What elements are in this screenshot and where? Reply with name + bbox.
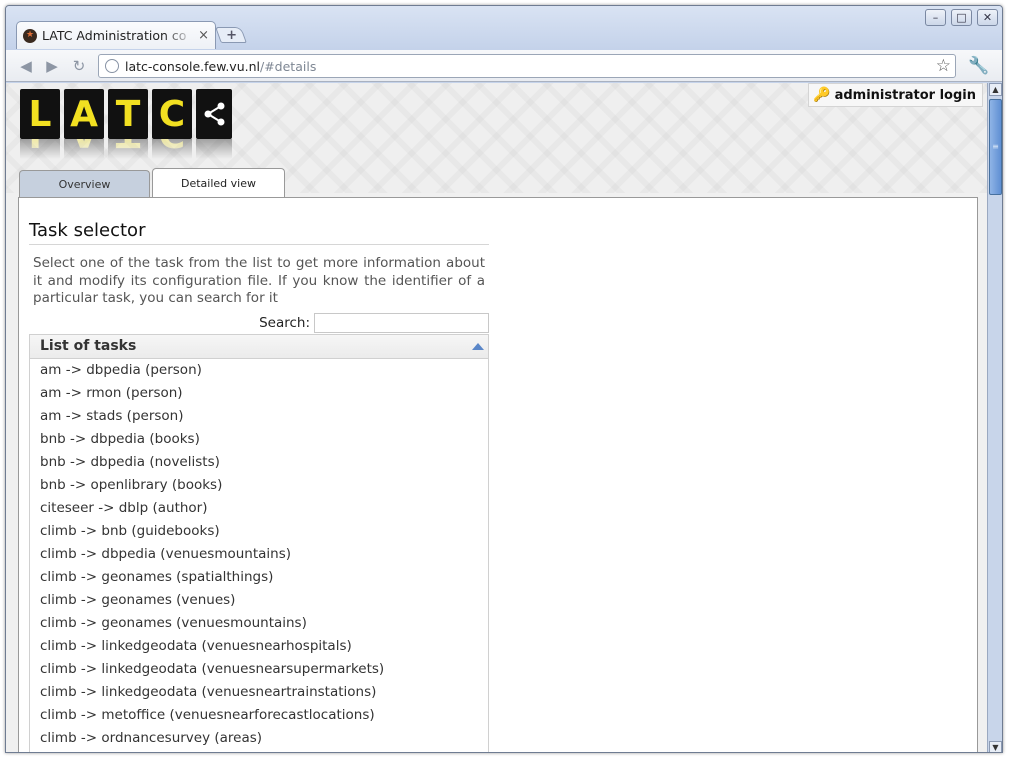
- search-input[interactable]: [314, 312, 489, 333]
- close-window-button[interactable]: ✕: [977, 9, 998, 26]
- address-bar[interactable]: latc-console.few.vu.nl/#details ☆: [98, 54, 956, 78]
- task-list-item[interactable]: climb -> linkedgeodata (venuesnearhospit…: [30, 635, 488, 658]
- favicon-icon: ★: [23, 28, 37, 43]
- forward-arrow-icon[interactable]: ▶: [42, 56, 62, 76]
- url-host: latc-console.few.vu.nl: [125, 58, 260, 74]
- task-selector-panel: Task selector Select one of the task fro…: [29, 220, 489, 752]
- tab-overview[interactable]: Overview: [19, 170, 150, 198]
- wrench-icon[interactable]: 🔧: [968, 56, 989, 76]
- globe-icon: [105, 59, 119, 73]
- task-list-body: am -> dbpedia (person) am -> rmon (person…: [30, 359, 488, 750]
- task-list-item[interactable]: am -> dbpedia (person): [30, 359, 488, 382]
- back-arrow-icon[interactable]: ◀: [16, 56, 36, 76]
- panel-description: Select one of the task from the list to …: [33, 255, 485, 306]
- administrator-login-link[interactable]: 🔑 administrator login: [808, 83, 983, 107]
- browser-window: ★ LATC Administration co × + – □ ✕ ◀ ▶ ↻…: [5, 5, 1003, 753]
- logo-letter: L: [20, 89, 60, 139]
- task-list-item[interactable]: climb -> linkedgeodata (venuesnearsuperm…: [30, 658, 488, 681]
- browser-toolbar: ◀ ▶ ↻ latc-console.few.vu.nl/#details ☆ …: [6, 50, 1002, 82]
- page-tabs: Overview Detailed view: [19, 168, 285, 198]
- new-tab-button[interactable]: +: [215, 27, 247, 43]
- task-list-header-label: List of tasks: [40, 338, 137, 354]
- logo-letter-reflection: C: [152, 139, 192, 159]
- latc-logo: L A T C: [20, 89, 232, 139]
- logo-letter-reflection: L: [20, 139, 60, 159]
- tab-close-icon[interactable]: ×: [198, 28, 209, 43]
- search-label: Search:: [259, 314, 310, 331]
- tab-title: LATC Administration co: [42, 28, 187, 43]
- task-list-item[interactable]: climb -> geonames (spatialthings): [30, 566, 488, 589]
- logo-letter: C: [152, 89, 192, 139]
- url-path: /#details: [260, 58, 317, 74]
- task-list-item[interactable]: citeseer -> dblp (author): [30, 497, 488, 520]
- scroll-down-arrow-icon[interactable]: ▼: [989, 741, 1002, 752]
- task-list-table: List of tasks am -> dbpedia (person) am -…: [29, 333, 489, 752]
- scroll-up-arrow-icon[interactable]: ▲: [989, 83, 1002, 96]
- task-list-item[interactable]: climb -> dbpedia (venuesmountains): [30, 543, 488, 566]
- share-icon: [196, 89, 232, 139]
- bookmark-star-icon[interactable]: ☆: [936, 56, 951, 76]
- task-list-item[interactable]: climb -> ordnancesurvey (areas): [30, 727, 488, 750]
- logo-letter: T: [108, 89, 148, 139]
- logo-letter-reflection: T: [108, 139, 148, 159]
- minimize-button[interactable]: –: [925, 9, 946, 26]
- task-list-header[interactable]: List of tasks: [30, 334, 488, 359]
- url-text: latc-console.few.vu.nl/#details: [125, 59, 316, 74]
- panel-title: Task selector: [29, 220, 489, 245]
- logo-letter: A: [64, 89, 104, 139]
- maximize-button[interactable]: □: [951, 9, 972, 26]
- search-row: Search:: [29, 312, 489, 333]
- task-list-item[interactable]: bnb -> dbpedia (novelists): [30, 451, 488, 474]
- browser-tab[interactable]: ★ LATC Administration co ×: [16, 21, 216, 49]
- tab-content-panel: Task selector Select one of the task fro…: [18, 197, 978, 752]
- task-list-item[interactable]: bnb -> openlibrary (books): [30, 474, 488, 497]
- task-list-item[interactable]: climb -> metoffice (venuesnearforecastlo…: [30, 704, 488, 727]
- task-list-item[interactable]: climb -> linkedgeodata (venuesneartrains…: [30, 681, 488, 704]
- task-list-item[interactable]: am -> rmon (person): [30, 382, 488, 405]
- title-bar: ★ LATC Administration co × + – □ ✕: [6, 6, 1002, 50]
- task-list-item[interactable]: climb -> geonames (venues): [30, 589, 488, 612]
- sort-ascending-icon[interactable]: [472, 342, 484, 350]
- task-list-item[interactable]: climb -> bnb (guidebooks): [30, 520, 488, 543]
- task-list-item[interactable]: climb -> geonames (venuesmountains): [30, 612, 488, 635]
- logo-reflection: L A T C: [20, 139, 232, 159]
- logo-letter-reflection: A: [64, 139, 104, 159]
- vertical-scrollbar[interactable]: ▲ ≡ ▼: [987, 83, 1002, 752]
- admin-login-label: administrator login: [834, 87, 976, 103]
- task-list-item[interactable]: bnb -> dbpedia (books): [30, 428, 488, 451]
- task-list-item[interactable]: am -> stads (person): [30, 405, 488, 428]
- reload-icon[interactable]: ↻: [69, 56, 89, 76]
- plus-icon: +: [225, 27, 237, 43]
- tab-detailed-view[interactable]: Detailed view: [152, 168, 285, 198]
- key-icon: 🔑: [813, 87, 831, 103]
- scrollbar-thumb[interactable]: ≡: [989, 99, 1002, 195]
- share-icon-reflection: [196, 139, 232, 159]
- page-viewport: L A T C L A T C 🔑 administrator login Ov…: [6, 83, 987, 752]
